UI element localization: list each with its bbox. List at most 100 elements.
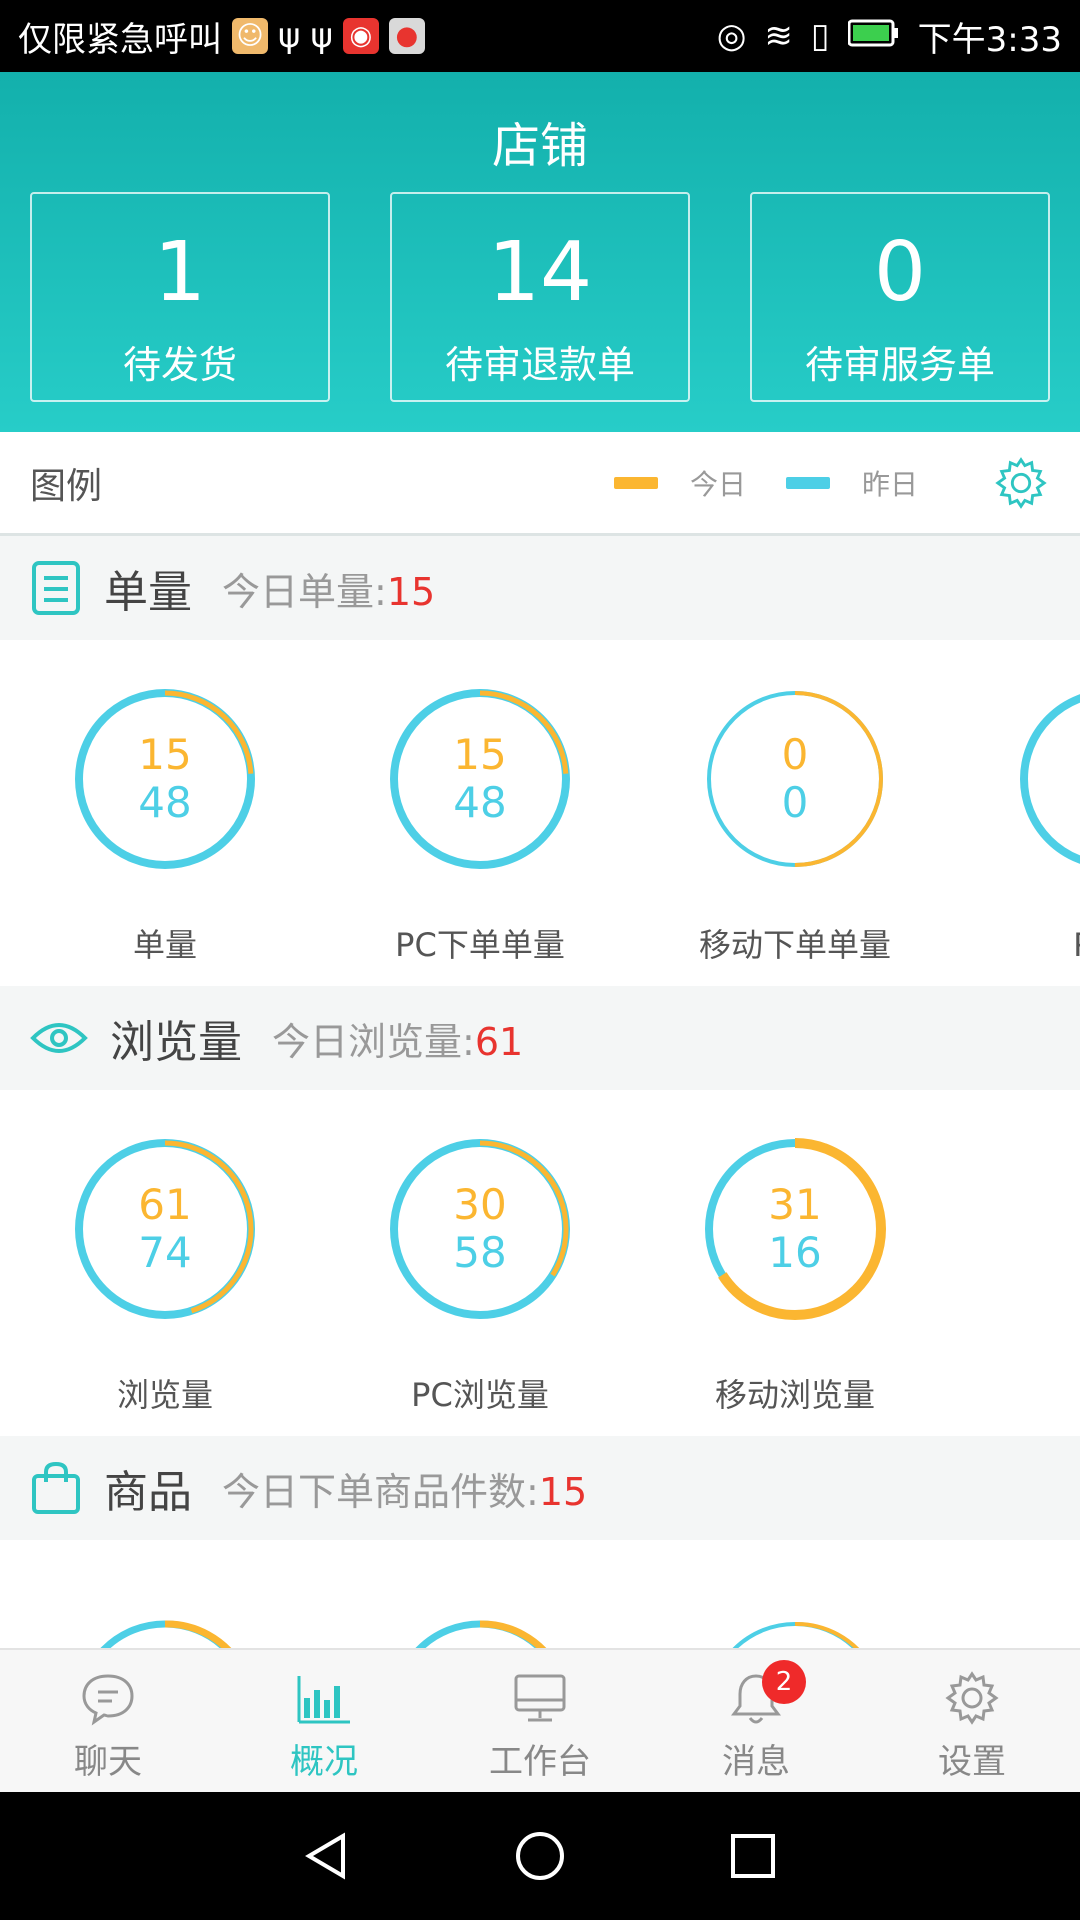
comparison-ring: 30 58 PC浏览量: [380, 1134, 580, 1416]
legend-title: 图例: [30, 465, 103, 507]
ring-label: 单量: [132, 926, 197, 964]
ring-label: 浏览量: [116, 1376, 213, 1414]
monitor-icon: [514, 1674, 566, 1722]
weibo-icon: ◉: [342, 18, 379, 54]
section-sub-label: 今日下单商品件数:: [222, 1469, 539, 1514]
nav-overview[interactable]: 概况: [216, 1650, 432, 1792]
ring-label: 移动浏览量: [714, 1376, 875, 1414]
nav-label: 聊天: [74, 1742, 142, 1782]
comparison-ring: 15 48 单量: [65, 684, 265, 966]
section-title: 浏览量: [110, 1017, 242, 1068]
legend-items: 今日 昨日: [613, 463, 936, 503]
comparison-ring: 31 16 移动浏览量: [695, 1134, 895, 1416]
nav-chat[interactable]: 聊天: [0, 1650, 216, 1792]
legend-swatch-yesterday: [785, 476, 830, 489]
stat-value: 14: [487, 225, 593, 320]
settings-icon: [945, 1671, 999, 1725]
ring-label: 移动下单单量: [698, 926, 891, 964]
status-bar: 仅限紧急呼叫 ☺ ψ ψ ◉ ● ◎ ≋ ▯ 下午3:33: [0, 0, 1080, 72]
ring-yesterday-arc: [1020, 694, 1080, 864]
stat-label: 待审退款单: [444, 343, 635, 387]
section-subtitle: 今日浏览量:61: [272, 1011, 523, 1066]
comparison-ring: 0 0 移动下单单量: [695, 684, 895, 966]
ring-yesterday-value: 58: [453, 1228, 507, 1277]
usb-icon-2: ψ: [310, 16, 333, 56]
stat-label: 待审服务单: [804, 343, 995, 387]
section-goods-header: 商品 今日下单商品件数:15: [0, 1436, 1080, 1540]
stat-value: 0: [873, 225, 927, 320]
ring-today-value: 61: [138, 1180, 192, 1229]
page-title: 店铺: [491, 118, 588, 174]
section-subtitle: 今日下单商品件数:15: [222, 1461, 587, 1516]
ring-today-value: 15: [138, 730, 192, 779]
nav-label: 消息: [722, 1742, 790, 1782]
legend-label-today: 今日: [689, 467, 746, 501]
section-sub-value: 15: [386, 569, 436, 614]
battery-icon: [847, 16, 900, 56]
ring-yesterday-value: 48: [453, 778, 507, 827]
comparison-ring: 61 74 浏览量: [65, 1134, 265, 1416]
section-sub-label: 今日单量:: [222, 569, 387, 614]
section-views-header: 浏览量 今日浏览量:61: [0, 986, 1080, 1090]
goods-rings-partial: [100, 1620, 860, 1648]
section-orders-header: 单量 今日单量:15: [0, 536, 1080, 640]
ring-yesterday-value: 48: [138, 778, 192, 827]
gear-icon[interactable]: [992, 454, 1050, 512]
nav-settings[interactable]: 设置: [864, 1650, 1080, 1792]
stat-label: 待发货: [122, 343, 237, 387]
home-icon[interactable]: [512, 1828, 568, 1884]
nav-label: 设置: [938, 1742, 1006, 1782]
goods-ring-row-partial: [0, 1540, 1080, 1648]
stat-pending-refund[interactable]: 14 待审退款单: [390, 192, 690, 402]
shopping-bag-icon: [32, 1461, 80, 1514]
section-sub-value: 15: [538, 1469, 588, 1514]
stat-pending-service[interactable]: 0 待审服务单: [750, 192, 1050, 402]
ring-graphic: [1020, 690, 1080, 868]
section-sub-value: 61: [474, 1019, 524, 1064]
store-header: 店铺 1 待发货 14 待审退款单 0 待审服务单: [0, 72, 1080, 432]
clock: 下午3:33: [917, 19, 1062, 60]
system-nav-bar: [0, 1792, 1080, 1920]
message-badge: 2: [762, 1660, 806, 1704]
eye-icon: ◎: [716, 16, 747, 56]
wifi-icon: ≋: [764, 16, 793, 56]
stat-pending-shipment[interactable]: 1 待发货: [30, 192, 330, 402]
back-icon[interactable]: [299, 1828, 355, 1884]
ring-label: PC下: [1010, 920, 1080, 966]
ring-label: PC浏览量: [411, 1376, 549, 1414]
ring-yesterday-value: 16: [768, 1228, 822, 1277]
nav-messages[interactable]: 2 消息: [648, 1650, 864, 1792]
comparison-ring: PC下: [1010, 684, 1080, 966]
ring-yesterday-value: 74: [138, 1228, 192, 1277]
section-sub-label: 今日浏览量:: [272, 1019, 475, 1064]
sim-icon: ▯: [810, 16, 830, 56]
nav-label: 概况: [290, 1742, 358, 1782]
ring-label: PC下单单量: [395, 926, 565, 964]
legend-label-yesterday: 昨日: [861, 467, 918, 501]
section-subtitle: 今日单量:15: [222, 561, 435, 616]
bottom-nav: 聊天 概况 工作台 2 消息 设置: [0, 1648, 1080, 1792]
carrier-text: 仅限紧急呼叫: [18, 19, 222, 60]
ring-today-value: 30: [453, 1180, 507, 1229]
map-icon: ●: [388, 18, 425, 54]
ring-yesterday-value: 0: [781, 778, 809, 827]
nav-label: 工作台: [489, 1742, 591, 1782]
ring-today-value: 15: [453, 730, 507, 779]
section-title: 商品: [104, 1467, 192, 1518]
legend-swatch-today: [613, 476, 658, 489]
bar-chart-icon: [297, 1676, 350, 1724]
comparison-ring: 15 48 PC下单单量: [380, 684, 580, 966]
eye-icon: [30, 1023, 88, 1053]
chat-icon: [82, 1674, 134, 1726]
stat-value: 1: [153, 225, 207, 320]
section-title: 单量: [104, 567, 192, 618]
app-notification-icon: ☺: [232, 18, 268, 54]
legend-bar: 图例 今日 昨日: [0, 432, 1080, 536]
ring-today-value: 0: [781, 730, 809, 779]
ring-today-value: 31: [768, 1180, 822, 1229]
views-ring-row: 61 74 浏览量 30 58 PC浏览量 31 16 移动浏览量: [0, 1090, 1080, 1430]
recents-icon[interactable]: [725, 1828, 781, 1884]
orders-ring-row: 1548单量1548PC下单单量00移动下单单量PC下: [0, 640, 1080, 980]
nav-workbench[interactable]: 工作台: [432, 1650, 648, 1792]
document-icon: [32, 561, 80, 615]
